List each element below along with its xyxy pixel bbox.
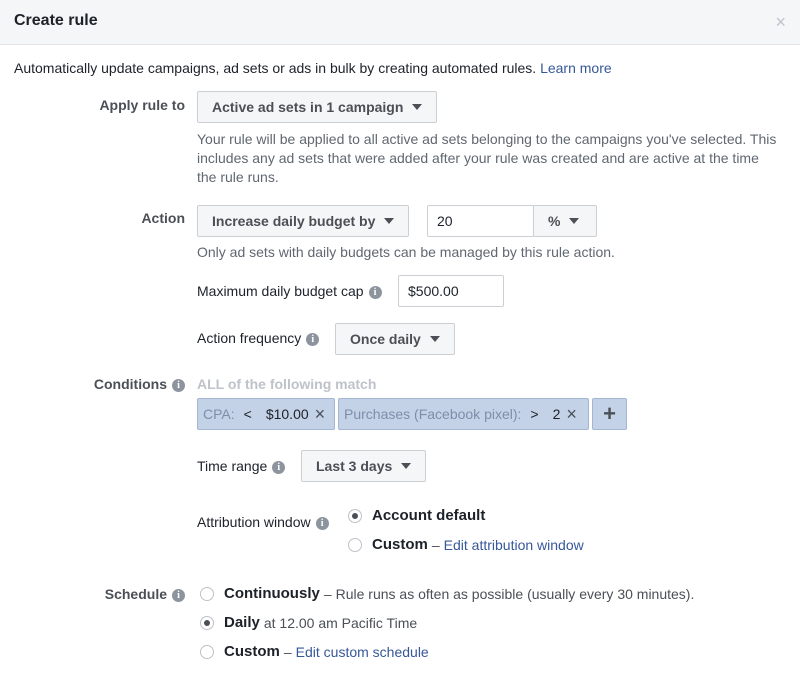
- radio-button[interactable]: [200, 644, 214, 659]
- separator: –: [323, 585, 332, 602]
- info-icon[interactable]: i: [306, 332, 320, 346]
- attribution-option-default[interactable]: Account default: [348, 507, 485, 524]
- apply-rule-dropdown[interactable]: Active ad sets in 1 campaign: [197, 91, 438, 123]
- schedule-option-custom[interactable]: Custom – Edit custom schedule: [200, 643, 429, 660]
- apply-rule-help: Your rule will be applied to all active …: [197, 130, 792, 187]
- learn-more-link[interactable]: Learn more: [540, 60, 612, 76]
- attribution-label-text: Attribution window: [197, 514, 311, 530]
- action-selected: Increase daily budget by: [212, 213, 376, 229]
- remove-icon[interactable]: ×: [315, 405, 326, 423]
- plus-icon: +: [603, 401, 616, 426]
- action-unit-selected: %: [548, 213, 561, 229]
- edit-custom-schedule-link[interactable]: Edit custom schedule: [296, 644, 429, 660]
- conditions-group-title: ALL of the following match: [197, 376, 377, 392]
- schedule-option-desc: Rule runs as often as possible (usually …: [335, 585, 695, 602]
- condition-metric: CPA:: [203, 406, 235, 422]
- caret-down-icon: [384, 218, 395, 224]
- frequency-label: Action frequency i: [197, 330, 320, 346]
- condition-metric: Purchases (Facebook pixel):: [344, 406, 522, 422]
- apply-rule-help-line: Your rule will be applied to all active …: [197, 131, 777, 147]
- caret-down-icon: [412, 104, 423, 110]
- attribution-option-label: Custom: [372, 536, 428, 553]
- attribution-option-custom[interactable]: Custom – Edit attribution window: [348, 536, 584, 553]
- radio-button[interactable]: [200, 586, 214, 601]
- schedule-option-label: Daily: [224, 614, 260, 631]
- attribution-option-label: Account default: [372, 507, 486, 524]
- action-help: Only ad sets with daily budgets can be m…: [197, 244, 615, 260]
- frequency-label-text: Action frequency: [197, 330, 302, 346]
- caret-down-icon: [401, 463, 412, 469]
- apply-rule-help-line: includes any ad sets that were added aft…: [197, 150, 759, 166]
- close-icon[interactable]: ×: [775, 13, 786, 31]
- action-dropdown[interactable]: Increase daily budget by: [197, 205, 410, 237]
- action-label: Action: [141, 210, 185, 226]
- time-range-label-text: Time range: [197, 458, 268, 474]
- apply-rule-label: Apply rule to: [99, 97, 185, 113]
- separator: –: [431, 536, 440, 553]
- info-icon[interactable]: i: [172, 378, 185, 392]
- action-amount-input[interactable]: 20: [427, 205, 534, 237]
- time-range-selected: Last 3 days: [316, 458, 393, 474]
- apply-rule-help-line: the rule runs.: [197, 169, 279, 185]
- conditions-label-text: Conditions: [93, 376, 167, 392]
- condition-value: $10.00: [265, 406, 309, 422]
- dialog-title: Create rule: [14, 12, 98, 29]
- schedule-option-daily[interactable]: Daily at 12.00 am Pacific Time: [200, 614, 417, 631]
- radio-button-selected[interactable]: [348, 508, 362, 523]
- info-icon[interactable]: i: [272, 460, 286, 474]
- add-condition-button[interactable]: +: [592, 398, 627, 430]
- schedule-option-label: Continuously: [224, 585, 320, 602]
- caret-down-icon: [429, 336, 440, 342]
- schedule-label-text: Schedule: [104, 586, 167, 602]
- frequency-selected: Once daily: [350, 331, 421, 347]
- time-range-label: Time range i: [197, 458, 286, 474]
- schedule-option-continuously[interactable]: Continuously – Rule runs as often as pos…: [200, 585, 694, 602]
- attribution-label: Attribution window i: [197, 514, 329, 530]
- frequency-dropdown[interactable]: Once daily: [335, 323, 455, 355]
- info-icon[interactable]: i: [172, 588, 185, 602]
- max-cap-input[interactable]: $500.00: [398, 275, 504, 307]
- conditions-label: Conditions i: [40, 376, 185, 392]
- apply-rule-selected: Active ad sets in 1 campaign: [212, 99, 404, 115]
- info-icon[interactable]: i: [315, 516, 329, 530]
- condition-chip-cpa[interactable]: CPA: < $10.00 ×: [197, 398, 335, 430]
- time-range-dropdown[interactable]: Last 3 days: [301, 450, 427, 482]
- dialog-header: Create rule ×: [0, 0, 800, 45]
- schedule-option-label: Custom: [224, 643, 280, 660]
- condition-value: 2: [552, 406, 561, 422]
- radio-button-selected[interactable]: [200, 615, 214, 630]
- radio-button[interactable]: [348, 537, 362, 552]
- max-cap-label: Maximum daily budget cap i: [197, 283, 382, 299]
- condition-chip-purchases[interactable]: Purchases (Facebook pixel): > 2 ×: [338, 398, 589, 430]
- intro-description: Automatically update campaigns, ad sets …: [14, 60, 537, 76]
- info-icon[interactable]: i: [368, 285, 382, 299]
- remove-icon[interactable]: ×: [566, 405, 577, 423]
- max-cap-label-text: Maximum daily budget cap: [197, 283, 364, 299]
- caret-down-icon: [569, 218, 580, 224]
- condition-operator: >: [530, 406, 539, 422]
- condition-operator: <: [243, 406, 252, 422]
- intro-text: Automatically update campaigns, ad sets …: [14, 60, 612, 76]
- action-unit-dropdown[interactable]: %: [533, 205, 597, 237]
- schedule-label: Schedule i: [40, 586, 185, 602]
- edit-attribution-link[interactable]: Edit attribution window: [444, 537, 584, 553]
- schedule-option-desc: at 12.00 am Pacific Time: [263, 614, 418, 631]
- separator: –: [283, 643, 292, 660]
